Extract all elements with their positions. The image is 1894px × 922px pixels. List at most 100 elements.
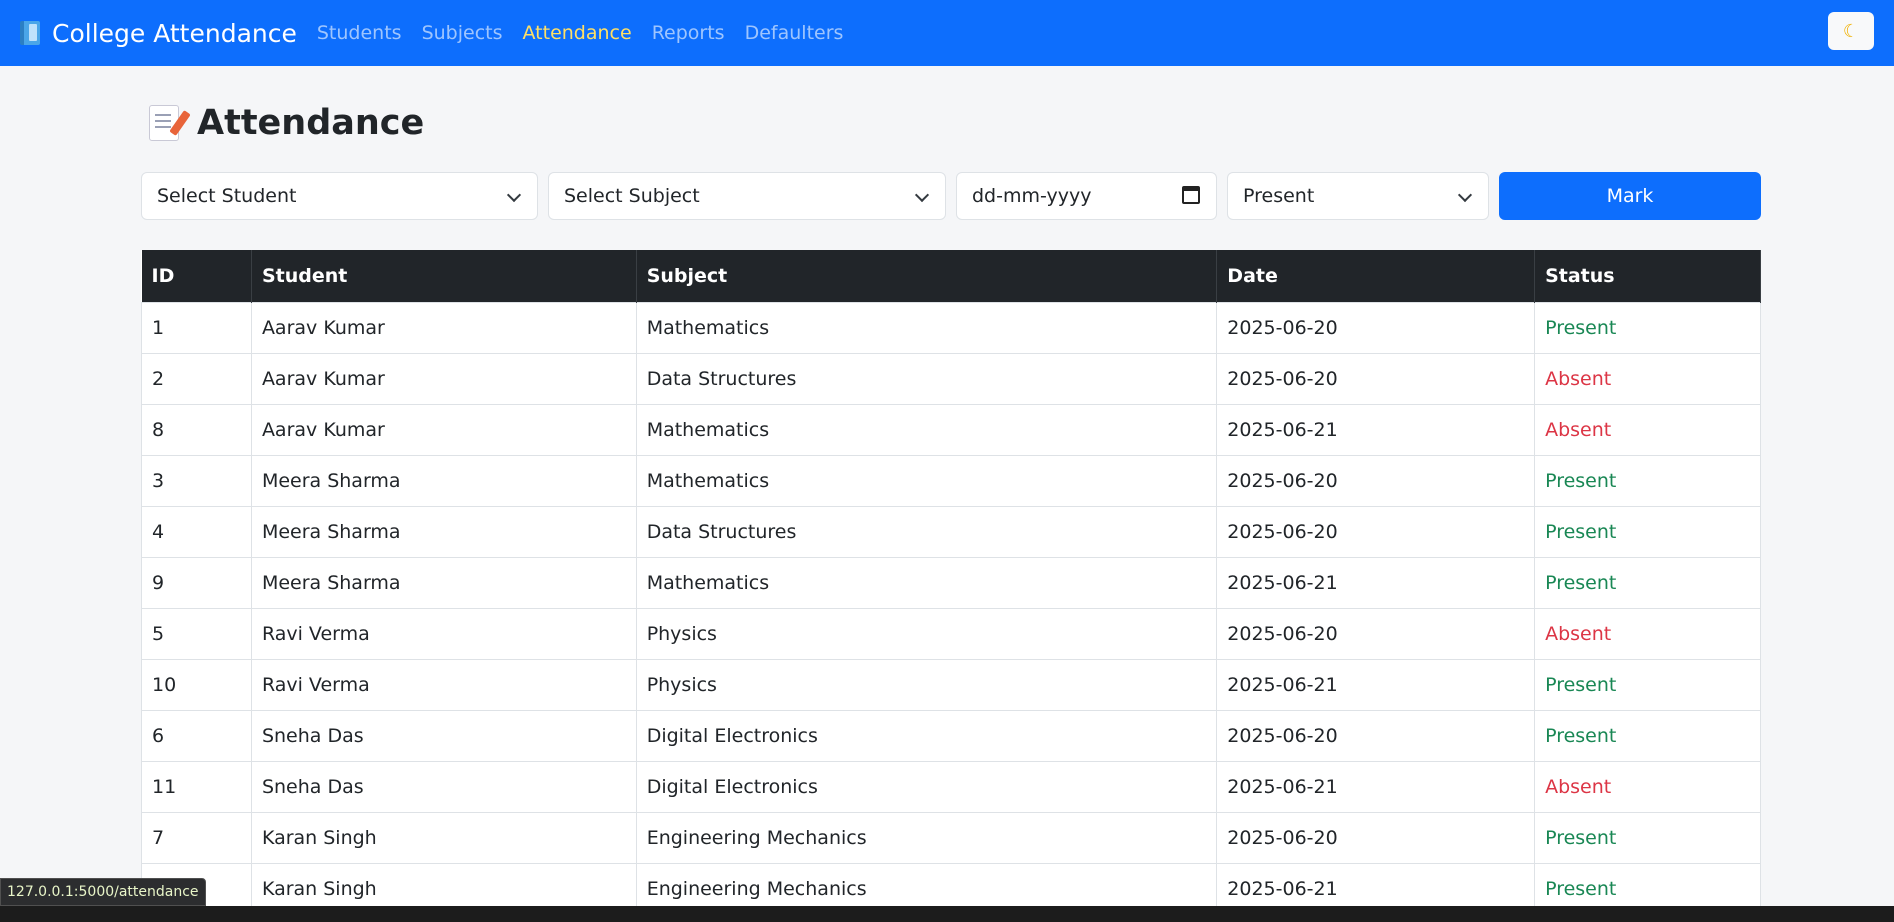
cell-id: 11 [141,760,252,813]
theme-toggle-button[interactable]: ☾ [1828,12,1874,50]
cell-student: Aarav Kumar [250,352,637,405]
chevron-down-icon [1457,187,1473,203]
table-body: 1 Aarav Kumar Mathematics 2025-06-20 Present… [141,301,1761,915]
table-row: 7 Karan Singh Engineering Mechanics 2025-06… [141,811,1761,864]
book-icon [20,21,40,45]
table-header-row: ID Student Subject Date Status [141,250,1761,302]
table-row: 9 Meera Sharma Mathematics 2025-06-21 Presen… [141,556,1761,609]
main-container: Attendance Select Student Select Subject… [141,66,1761,915]
link-status-bar: 127.0.0.1:5000/attendance [0,878,206,906]
cell-id: 5 [141,607,252,660]
student-select[interactable]: Select Student [141,172,538,220]
cell-subject: Physics [635,607,1218,660]
cell-student: Meera Sharma [250,454,637,507]
table-row: 4 Meera Sharma Data Structures 2025-06-20 Pr… [141,505,1761,558]
chevron-down-icon [506,187,522,203]
cell-subject: Digital Electronics [635,709,1218,762]
nav-item-students[interactable]: Students [317,22,402,44]
column-header-student: Student [251,250,637,302]
cell-date: 2025-06-20 [1216,352,1536,405]
cell-student: Meera Sharma [250,556,637,609]
cell-date: 2025-06-20 [1216,811,1536,864]
cell-id: 2 [141,352,252,405]
chevron-down-icon [914,187,930,203]
cell-id: 4 [141,505,252,558]
mark-button[interactable]: Mark [1499,172,1761,220]
cell-status: Present [1534,556,1761,609]
cell-id: 6 [141,709,252,762]
cell-id: 10 [141,658,252,711]
table-row: 6 Sneha Das Digital Electronics 2025-06-20 P… [141,709,1761,762]
calendar-icon[interactable] [1182,186,1200,204]
cell-subject: Mathematics [635,301,1218,354]
date-input[interactable]: dd-mm-yyyy [956,172,1217,220]
cell-status: Present [1534,454,1761,507]
column-header-id: ID [141,250,252,302]
cell-date: 2025-06-20 [1216,301,1536,354]
taskbar [0,906,1894,922]
cell-id: 1 [141,301,252,354]
brand-link[interactable]: College Attendance [20,19,297,48]
attendance-table: ID Student Subject Date Status 1 Aarav Ku… [141,250,1761,915]
cell-status: Absent [1534,352,1761,405]
cell-student: Meera Sharma [250,505,637,558]
cell-status: Absent [1534,760,1761,813]
cell-student: Karan Singh [250,811,637,864]
cell-student: Aarav Kumar [250,301,637,354]
status-select[interactable]: Present [1227,172,1489,220]
cell-student: Sneha Das [250,709,637,762]
cell-subject: Digital Electronics [635,760,1218,813]
cell-student: Sneha Das [250,760,637,813]
cell-status: Absent [1534,607,1761,660]
cell-date: 2025-06-21 [1216,556,1536,609]
table-row: 11 Sneha Das Digital Electronics 2025-06-21… [141,760,1761,813]
cell-status: Present [1534,301,1761,354]
cell-status: Present [1534,505,1761,558]
cell-id: 3 [141,454,252,507]
cell-date: 2025-06-21 [1216,658,1536,711]
cell-subject: Mathematics [635,556,1218,609]
attendance-form: Select Student Select Subject dd-mm-yyyy… [141,172,1761,220]
date-input-placeholder: dd-mm-yyyy [972,185,1092,207]
cell-subject: Engineering Mechanics [635,811,1218,864]
table-row: 8 Aarav Kumar Mathematics 2025-06-21 Absent [141,403,1761,456]
column-header-subject: Subject [636,250,1218,302]
nav-item-defaulters[interactable]: Defaulters [745,22,844,44]
cell-date: 2025-06-20 [1216,709,1536,762]
nav-links: Students Subjects Attendance Reports Def… [317,22,864,44]
nav-item-subjects[interactable]: Subjects [422,22,503,44]
status-select-value: Present [1243,185,1315,207]
table-row: 2 Aarav Kumar Data Structures 2025-06-20 Abs… [141,352,1761,405]
memo-icon [149,105,179,141]
cell-student: Ravi Verma [250,607,637,660]
cell-subject: Mathematics [635,454,1218,507]
nav-item-reports[interactable]: Reports [652,22,725,44]
cell-date: 2025-06-20 [1216,454,1536,507]
table-row: 3 Meera Sharma Mathematics 2025-06-20 Presen… [141,454,1761,507]
page-header: Attendance [141,98,1761,148]
cell-student: Aarav Kumar [250,403,637,456]
moon-icon: ☾ [1842,20,1860,42]
navbar: College Attendance Students Subjects Att… [0,0,1894,66]
cell-subject: Data Structures [635,352,1218,405]
column-header-status: Status [1534,250,1761,302]
cell-status: Present [1534,811,1761,864]
cell-date: 2025-06-20 [1216,607,1536,660]
cell-subject: Data Structures [635,505,1218,558]
student-select-value: Select Student [157,185,297,207]
cell-student: Ravi Verma [250,658,637,711]
page-title: Attendance [197,103,425,143]
subject-select-value: Select Subject [564,185,700,207]
subject-select[interactable]: Select Subject [548,172,946,220]
cell-status: Present [1534,709,1761,762]
cell-id: 9 [141,556,252,609]
cell-status: Absent [1534,403,1761,456]
nav-item-attendance[interactable]: Attendance [523,22,632,44]
cell-id: 8 [141,403,252,456]
cell-status: Present [1534,658,1761,711]
cell-date: 2025-06-21 [1216,403,1536,456]
brand-title: College Attendance [52,18,297,48]
cell-subject: Mathematics [635,403,1218,456]
cell-date: 2025-06-21 [1216,760,1536,813]
cell-date: 2025-06-20 [1216,505,1536,558]
